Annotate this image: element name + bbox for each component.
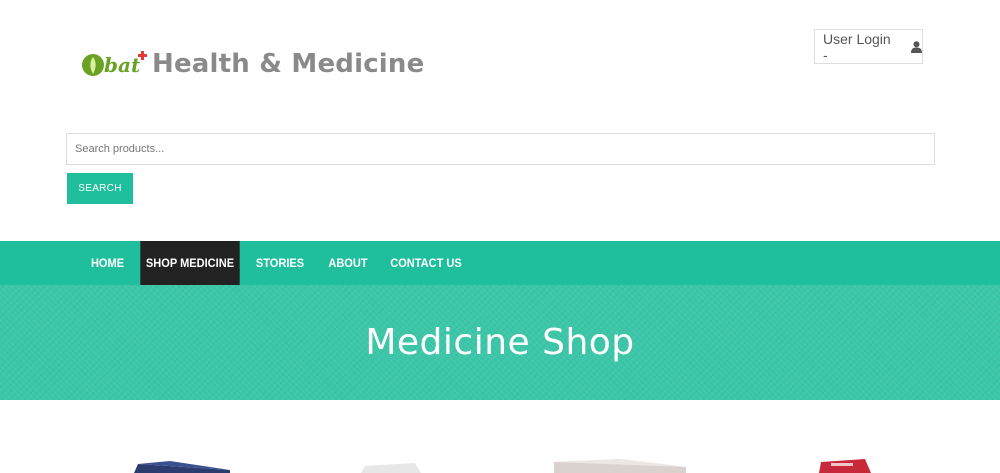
main-nav: HOME SHOP MEDICINE STORIES ABOUT CONTACT… [0, 241, 1000, 285]
product-image[interactable] [355, 460, 425, 473]
site-header: bat Health & Medicine User Login - SEARC… [0, 0, 1000, 240]
logo-icon: bat [82, 51, 147, 77]
search-button[interactable]: SEARCH [67, 173, 133, 204]
user-login-label: User Login - [823, 30, 891, 63]
product-image[interactable] [130, 458, 240, 473]
nav-shop-medicine[interactable]: SHOP MEDICINE [140, 241, 240, 285]
nav-stories[interactable]: STORIES [247, 241, 313, 285]
nav-about[interactable]: ABOUT [319, 241, 378, 285]
site-logo[interactable]: bat Health & Medicine [80, 44, 424, 84]
nav-contact-us[interactable]: CONTACT US [384, 241, 469, 285]
svg-text:bat: bat [104, 53, 141, 77]
search-input[interactable] [66, 133, 935, 165]
page-banner: Medicine Shop [0, 285, 1000, 400]
user-icon [911, 40, 922, 53]
product-image[interactable] [550, 458, 690, 473]
product-image[interactable] [815, 458, 875, 473]
site-title: Health & Medicine [152, 49, 425, 79]
nav-home[interactable]: HOME [81, 241, 133, 285]
page-title: Medicine Shop [365, 322, 635, 363]
user-login-button[interactable]: User Login - [814, 29, 923, 64]
product-grid [0, 400, 1000, 473]
